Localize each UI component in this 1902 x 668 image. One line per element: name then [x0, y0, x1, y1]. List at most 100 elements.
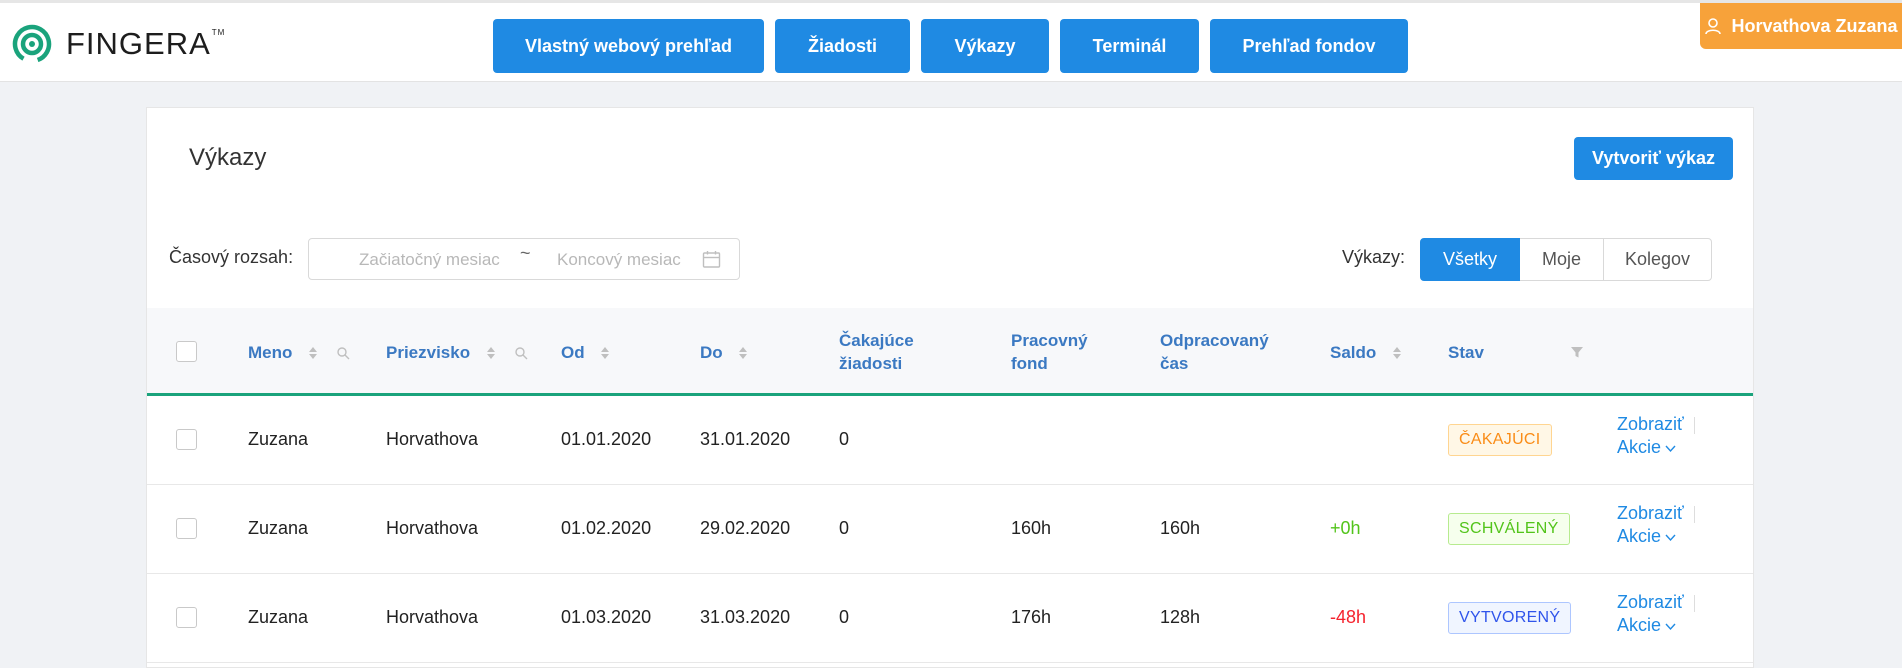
- row-checkbox[interactable]: [176, 518, 197, 539]
- sort-icon[interactable]: [599, 344, 611, 362]
- col-pending-header: Čakajúce žiadosti: [839, 329, 914, 375]
- col-pending-label-line2: žiadosti: [839, 354, 903, 373]
- cell-pending: 0: [839, 429, 850, 449]
- action-divider: [1693, 416, 1695, 434]
- scope-segmented-control: Všetky Moje Kolegov: [1420, 238, 1712, 281]
- nav-terminal-button[interactable]: Terminál: [1060, 19, 1199, 73]
- table-header: Meno Priezvisko Od Do Čakajúce žiadosti …: [147, 308, 1753, 396]
- nav-requests-button[interactable]: Žiadosti: [775, 19, 910, 73]
- range-start-input[interactable]: Začiatočný mesiac: [359, 250, 500, 270]
- col-worked-header: Odpracovaný čas: [1160, 329, 1269, 375]
- user-icon: [1705, 18, 1722, 35]
- scope-label: Výkazy:: [1342, 247, 1406, 267]
- row-checkbox[interactable]: [176, 607, 197, 628]
- col-worked-label-line2: čas: [1160, 354, 1189, 373]
- cell-saldo: +0h: [1330, 518, 1361, 538]
- actions-label: Akcie: [1617, 615, 1662, 635]
- col-from-label: Od: [561, 343, 585, 363]
- col-surname-header: Priezvisko: [386, 340, 528, 364]
- col-fund-label-line2: fond: [1011, 354, 1048, 373]
- actions-label: Akcie: [1617, 437, 1662, 457]
- cell-worked: 160h: [1160, 518, 1201, 538]
- col-from-header: Od: [561, 340, 611, 364]
- logo-trademark: TM: [211, 28, 226, 37]
- cell-from: 01.02.2020: [561, 518, 652, 538]
- col-pending-label-line1: Čakajúce: [839, 331, 914, 350]
- col-fund-label-line1: Pracovný: [1011, 331, 1088, 350]
- view-link[interactable]: Zobraziť: [1617, 414, 1684, 434]
- row-actions: Zobraziť Akcie: [1617, 413, 1695, 459]
- row-actions: Zobraziť Akcie: [1617, 502, 1695, 548]
- status-badge: VYTVORENÝ: [1448, 602, 1572, 634]
- select-all-checkbox[interactable]: [176, 341, 197, 362]
- create-report-button[interactable]: Vytvoriť výkaz: [1574, 137, 1733, 180]
- col-to-header: Do: [700, 340, 749, 364]
- range-label: Časový rozsah:: [169, 247, 294, 267]
- col-to-label: Do: [700, 343, 723, 363]
- col-status-header: Stav: [1448, 340, 1484, 364]
- user-name: Horvathova Zuzana: [1731, 15, 1898, 36]
- status-badge: SCHVÁLENÝ: [1448, 513, 1570, 545]
- cell-saldo: -48h: [1330, 607, 1367, 627]
- logo[interactable]: FINGERATM: [12, 24, 225, 64]
- table-row: Zuzana Horvathova 01.01.2020 31.01.2020 …: [147, 396, 1753, 485]
- sort-icon[interactable]: [737, 344, 749, 362]
- cell-to: 29.02.2020: [700, 518, 791, 538]
- chevron-down-icon: [1665, 623, 1676, 630]
- scope-colleagues-option[interactable]: Kolegov: [1603, 238, 1712, 281]
- row-checkbox[interactable]: [176, 429, 197, 450]
- search-icon[interactable]: [514, 346, 528, 360]
- scope-all-option[interactable]: Všetky: [1420, 238, 1520, 281]
- col-surname-label: Priezvisko: [386, 343, 471, 363]
- cell-surname: Horvathova: [386, 518, 479, 538]
- col-worked-label-line1: Odpracovaný: [1160, 331, 1269, 350]
- range-separator: ~: [520, 243, 531, 263]
- cell-name: Zuzana: [248, 429, 309, 449]
- nav-web-overview-button[interactable]: Vlastný webový prehľad: [493, 19, 764, 73]
- logo-text: FINGERATM: [66, 26, 226, 61]
- scope-mine-option[interactable]: Moje: [1519, 238, 1604, 281]
- actions-dropdown[interactable]: Akcie: [1617, 436, 1695, 459]
- cell-surname: Horvathova: [386, 429, 479, 449]
- actions-dropdown[interactable]: Akcie: [1617, 614, 1695, 637]
- sort-icon[interactable]: [485, 344, 497, 362]
- cell-fund: 176h: [1011, 607, 1052, 627]
- cell-name: Zuzana: [248, 518, 309, 538]
- actions-label: Akcie: [1617, 526, 1662, 546]
- view-link[interactable]: Zobraziť: [1617, 592, 1684, 612]
- reports-card: Výkazy Vytvoriť výkaz Časový rozsah: Zač…: [146, 107, 1754, 668]
- user-menu-button[interactable]: Horvathova Zuzana: [1700, 3, 1902, 49]
- actions-dropdown[interactable]: Akcie: [1617, 525, 1695, 548]
- col-name-header: Meno: [248, 340, 350, 364]
- search-icon[interactable]: [336, 346, 350, 360]
- range-end-input[interactable]: Koncový mesiac: [557, 250, 681, 270]
- action-divider: [1693, 505, 1695, 523]
- nav-reports-button[interactable]: Výkazy: [921, 19, 1049, 73]
- cell-surname: Horvathova: [386, 607, 479, 627]
- filter-icon[interactable]: [1570, 345, 1584, 359]
- cell-pending: 0: [839, 607, 850, 627]
- table-row: Zuzana Horvathova 01.03.2020 31.03.2020 …: [147, 574, 1753, 663]
- sort-icon[interactable]: [1391, 344, 1403, 362]
- cell-worked: 128h: [1160, 607, 1201, 627]
- table-row: Zuzana Horvathova 01.02.2020 29.02.2020 …: [147, 485, 1753, 574]
- month-range-picker[interactable]: Začiatočný mesiac ~ Koncový mesiac: [308, 238, 740, 280]
- cell-to: 31.01.2020: [700, 429, 791, 449]
- nav-funds-overview-button[interactable]: Prehľad fondov: [1210, 19, 1408, 73]
- col-saldo-label: Saldo: [1330, 343, 1377, 363]
- row-actions: Zobraziť Akcie: [1617, 591, 1695, 637]
- col-fund-header: Pracovný fond: [1011, 329, 1088, 375]
- col-name-label: Meno: [248, 343, 293, 363]
- sort-icon[interactable]: [307, 344, 319, 362]
- col-status-label: Stav: [1448, 343, 1484, 363]
- col-saldo-header: Saldo: [1330, 340, 1403, 364]
- cell-from: 01.01.2020: [561, 429, 652, 449]
- cell-fund: 160h: [1011, 518, 1052, 538]
- fingerprint-logo-icon: [12, 24, 52, 64]
- cell-name: Zuzana: [248, 607, 309, 627]
- action-divider: [1693, 594, 1695, 612]
- calendar-icon: [702, 251, 721, 268]
- view-link[interactable]: Zobraziť: [1617, 503, 1684, 523]
- chevron-down-icon: [1665, 445, 1676, 452]
- chevron-down-icon: [1665, 534, 1676, 541]
